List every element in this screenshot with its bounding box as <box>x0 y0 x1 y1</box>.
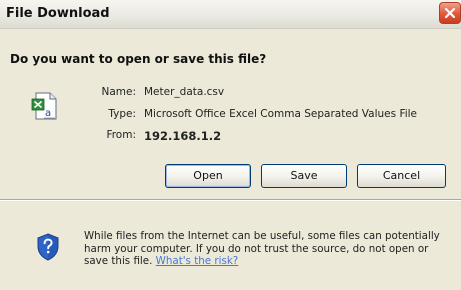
open-button[interactable]: Open <box>165 164 251 188</box>
dialog-question: Do you want to open or save this file? <box>10 52 267 66</box>
security-warning-text: While files from the Internet can be use… <box>84 230 454 268</box>
title-bar[interactable]: File Download <box>0 0 461 29</box>
window-title: File Download <box>6 6 110 21</box>
file-type-value: Microsoft Office Excel Comma Separated V… <box>144 108 418 120</box>
file-source-value: 192.168.1.2 <box>144 129 222 143</box>
file-download-dialog: File Download Do you want to open or sav… <box>0 0 461 290</box>
cancel-button[interactable]: Cancel <box>357 164 446 188</box>
close-button[interactable] <box>439 2 461 24</box>
download-details-panel: Do you want to open or save this file? a… <box>0 29 461 199</box>
save-button[interactable]: Save <box>261 164 347 188</box>
file-source-label: From: <box>106 129 136 141</box>
risk-info-link[interactable]: What's the risk? <box>156 255 239 267</box>
file-name-value: Meter_data.csv <box>144 86 225 98</box>
file-type-label: Type: <box>108 108 136 120</box>
svg-text:a: a <box>45 108 51 119</box>
close-icon <box>444 7 456 19</box>
excel-csv-file-icon: a <box>31 91 59 121</box>
file-name-label: Name: <box>101 86 136 98</box>
warning-message: While files from the Internet can be use… <box>84 230 440 267</box>
shield-question-icon <box>36 233 60 261</box>
security-warning-panel: While files from the Internet can be use… <box>0 201 461 290</box>
